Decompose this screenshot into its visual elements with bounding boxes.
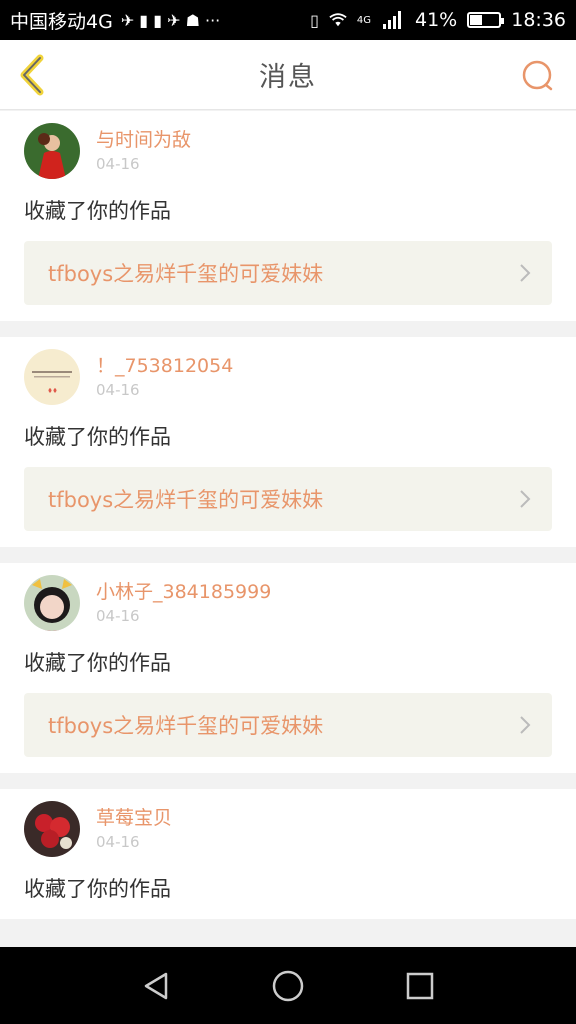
message-card: 草莓宝贝 04-16 收藏了你的作品 [0, 789, 576, 919]
wifi-icon [329, 13, 347, 27]
notification-icons: ✈ ▮ ▮ ✈ ☗ ··· [120, 10, 221, 30]
message-list: 与时间为敌 04-16 收藏了你的作品 tfboys之易烊千玺的可爱妹妹 ！_7… [0, 111, 576, 947]
work-link[interactable]: tfboys之易烊千玺的可爱妹妹 [24, 241, 552, 305]
chevron-right-icon [520, 490, 531, 508]
work-link[interactable]: tfboys之易烊千玺的可爱妹妹 [24, 693, 552, 757]
chevron-right-icon [520, 716, 531, 734]
message-date: 04-16 [96, 833, 140, 851]
carrier-label: 中国移动4G [10, 10, 113, 33]
work-title: tfboys之易烊千玺的可爱妹妹 [48, 488, 324, 512]
avatar[interactable] [24, 575, 80, 631]
username[interactable]: ！_753812054 [96, 353, 233, 379]
message-date: 04-16 [96, 155, 140, 173]
nav-back-button[interactable] [136, 966, 176, 1006]
back-triangle-icon [144, 972, 168, 999]
battery-percent: 41% [415, 9, 458, 31]
network-type: 4G [356, 14, 371, 26]
avatar[interactable] [24, 349, 80, 405]
avatar[interactable] [24, 801, 80, 857]
work-link[interactable]: tfboys之易烊千玺的可爱妹妹 [24, 467, 552, 531]
battery-icon [467, 12, 505, 28]
message-card: 与时间为敌 04-16 收藏了你的作品 tfboys之易烊千玺的可爱妹妹 [0, 111, 576, 321]
home-circle-icon [272, 970, 304, 1001]
chevron-right-icon [520, 264, 531, 282]
signal-icon [383, 11, 401, 29]
action-text: 收藏了你的作品 [24, 199, 171, 223]
search-icon[interactable] [520, 58, 556, 94]
message-card: 小林子_384185999 04-16 收藏了你的作品 tfboys之易烊千玺的… [0, 563, 576, 773]
back-chevron-icon[interactable] [14, 54, 54, 96]
username[interactable]: 与时间为敌 [96, 127, 191, 153]
username[interactable]: 草莓宝贝 [96, 805, 172, 831]
message-date: 04-16 [96, 381, 140, 399]
nav-recents-button[interactable] [400, 966, 440, 1006]
page-title: 消息 [259, 62, 317, 93]
avatar[interactable] [24, 123, 80, 179]
action-text: 收藏了你的作品 [24, 877, 171, 901]
work-title: tfboys之易烊千玺的可爱妹妹 [48, 714, 324, 738]
recents-square-icon [406, 972, 434, 999]
message-date: 04-16 [96, 607, 140, 625]
clock: 18:36 [511, 9, 566, 31]
username[interactable]: 小林子_384185999 [96, 579, 271, 605]
message-card: ！_753812054 04-16 收藏了你的作品 tfboys之易烊千玺的可爱… [0, 337, 576, 547]
system-nav-bar [0, 947, 576, 1024]
app-header: 消息 [0, 40, 576, 110]
status-bar: 中国移动4G ✈ ▮ ▮ ✈ ☗ ··· ▯ 4G 41% 18:36 [0, 0, 576, 40]
work-title: tfboys之易烊千玺的可爱妹妹 [48, 262, 324, 286]
vibrate-icon: ▯ [310, 10, 319, 30]
nav-home-button[interactable] [268, 966, 308, 1006]
action-text: 收藏了你的作品 [24, 425, 171, 449]
action-text: 收藏了你的作品 [24, 651, 171, 675]
